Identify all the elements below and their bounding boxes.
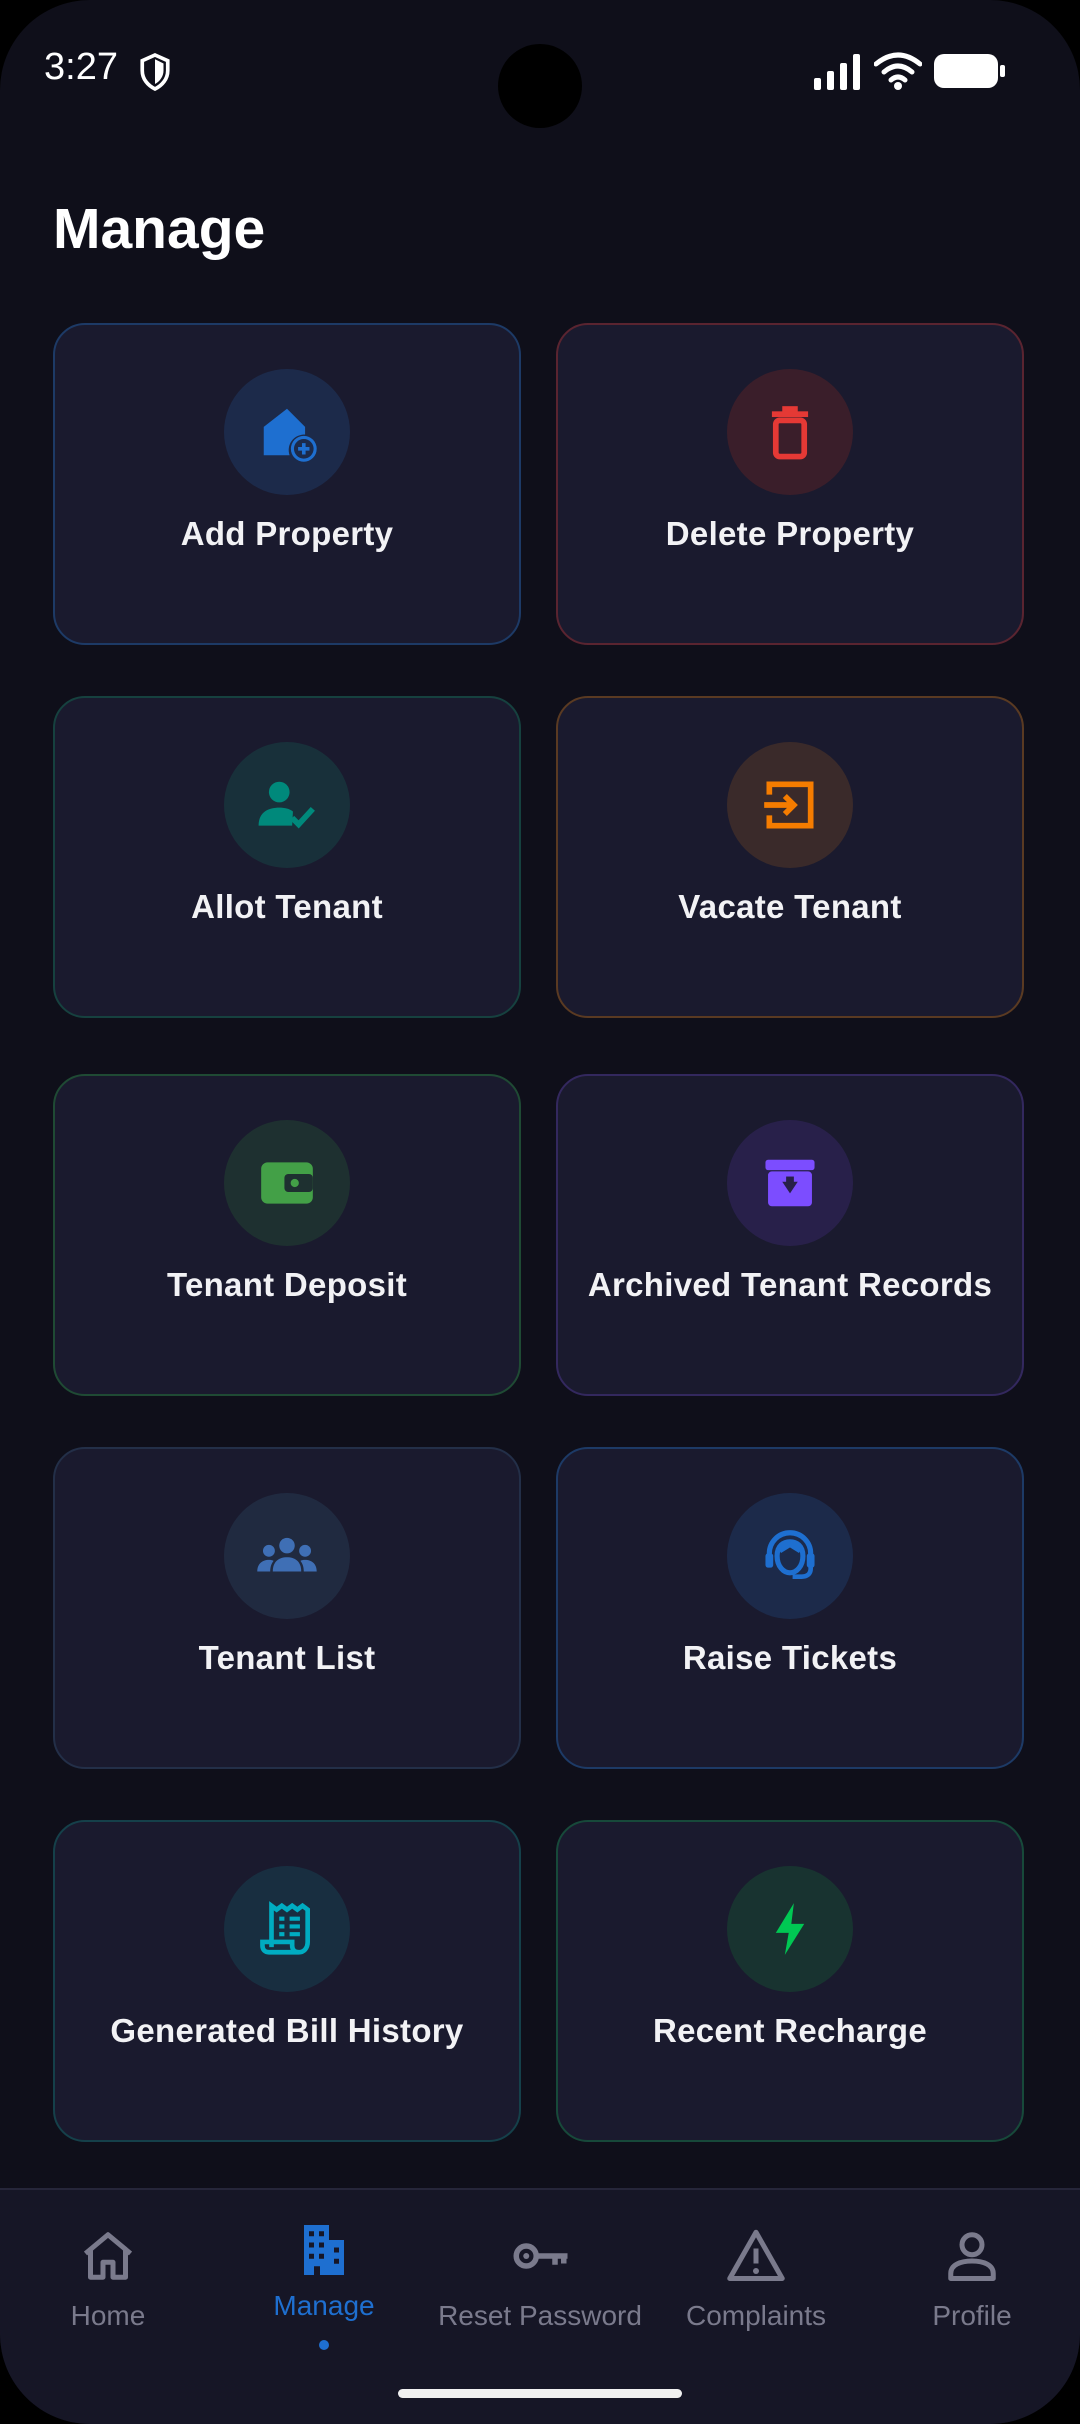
card-label: Recent Recharge: [652, 2012, 928, 2049]
nav-label: Home: [70, 2300, 146, 2331]
vacate-tenant-card[interactable]: Vacate Tenant: [556, 696, 1024, 1018]
nav-label: Manage: [273, 2290, 375, 2321]
nav-label: Complaints: [685, 2300, 827, 2331]
icon-circle: [224, 1120, 350, 1246]
page-title: Manage: [53, 197, 266, 261]
tenant-list-card[interactable]: Tenant List: [53, 1447, 521, 1769]
nav-item-complaints[interactable]: Complaints: [648, 2190, 864, 2390]
card-label: Allot Tenant: [191, 888, 383, 925]
phone-screen: 3:27 Manage Add Property Delete Property…: [0, 0, 1080, 2424]
generated-bill-history-card[interactable]: Generated Bill History: [53, 1820, 521, 2142]
key-icon: [513, 2243, 568, 2269]
bolt-icon: [775, 1903, 805, 1955]
shield-icon: [140, 52, 170, 92]
card-label: Tenant Deposit: [166, 1266, 408, 1303]
icon-circle: [224, 742, 350, 868]
allot-tenant-card[interactable]: Allot Tenant: [53, 696, 521, 1018]
nav-label: Profile: [932, 2300, 1012, 2331]
recent-recharge-card[interactable]: Recent Recharge: [556, 1820, 1024, 2142]
active-indicator-dot: [319, 2340, 329, 2350]
status-time: 3:27: [44, 46, 118, 88]
battery-icon: [934, 54, 1005, 88]
receipt-icon: [260, 1901, 310, 1955]
delete-property-card[interactable]: Delete Property: [556, 323, 1024, 645]
nav-item-profile[interactable]: Profile: [864, 2190, 1080, 2390]
icon-circle: [727, 742, 853, 868]
icon-circle: [224, 1493, 350, 1619]
raise-tickets-card[interactable]: Raise Tickets: [556, 1447, 1024, 1769]
support-agent-icon: [765, 1530, 815, 1579]
home-icon: [83, 2232, 133, 2280]
card-label: Raise Tickets: [682, 1639, 898, 1676]
home-indicator[interactable]: [398, 2389, 682, 2398]
wifi-icon: [874, 52, 922, 90]
add-home-icon: [263, 408, 317, 462]
icon-circle: [224, 1866, 350, 1992]
icon-circle: [224, 369, 350, 495]
nav-item-reset-password[interactable]: Reset Password: [432, 2190, 648, 2390]
card-label: Archived Tenant Records: [587, 1266, 993, 1303]
icon-circle: [727, 1493, 853, 1619]
front-camera: [498, 44, 582, 128]
person-check-icon: [258, 781, 315, 829]
signal-icon: [814, 54, 860, 90]
card-label: Delete Property: [665, 515, 915, 552]
icon-circle: [727, 369, 853, 495]
archived-tenant-records-card[interactable]: Archived Tenant Records: [556, 1074, 1024, 1396]
nav-label: Reset Password: [438, 2300, 642, 2331]
group-icon: [257, 1537, 317, 1572]
tenant-deposit-card[interactable]: Tenant Deposit: [53, 1074, 521, 1396]
archive-icon: [765, 1159, 815, 1207]
wallet-icon: [261, 1162, 313, 1204]
nav-item-manage[interactable]: Manage: [216, 2190, 432, 2390]
warning-icon: [727, 2229, 785, 2281]
card-label: Tenant List: [198, 1639, 376, 1676]
card-label: Generated Bill History: [110, 2012, 464, 2049]
icon-circle: [727, 1120, 853, 1246]
nav-item-home[interactable]: Home: [0, 2190, 216, 2390]
person-icon: [948, 2232, 996, 2281]
exit-icon: [764, 781, 814, 829]
card-label: Vacate Tenant: [678, 888, 902, 925]
add-property-card[interactable]: Add Property: [53, 323, 521, 645]
card-label: Add Property: [180, 515, 394, 552]
trash-icon: [771, 406, 809, 460]
icon-circle: [727, 1866, 853, 1992]
building-icon: [304, 2225, 344, 2275]
